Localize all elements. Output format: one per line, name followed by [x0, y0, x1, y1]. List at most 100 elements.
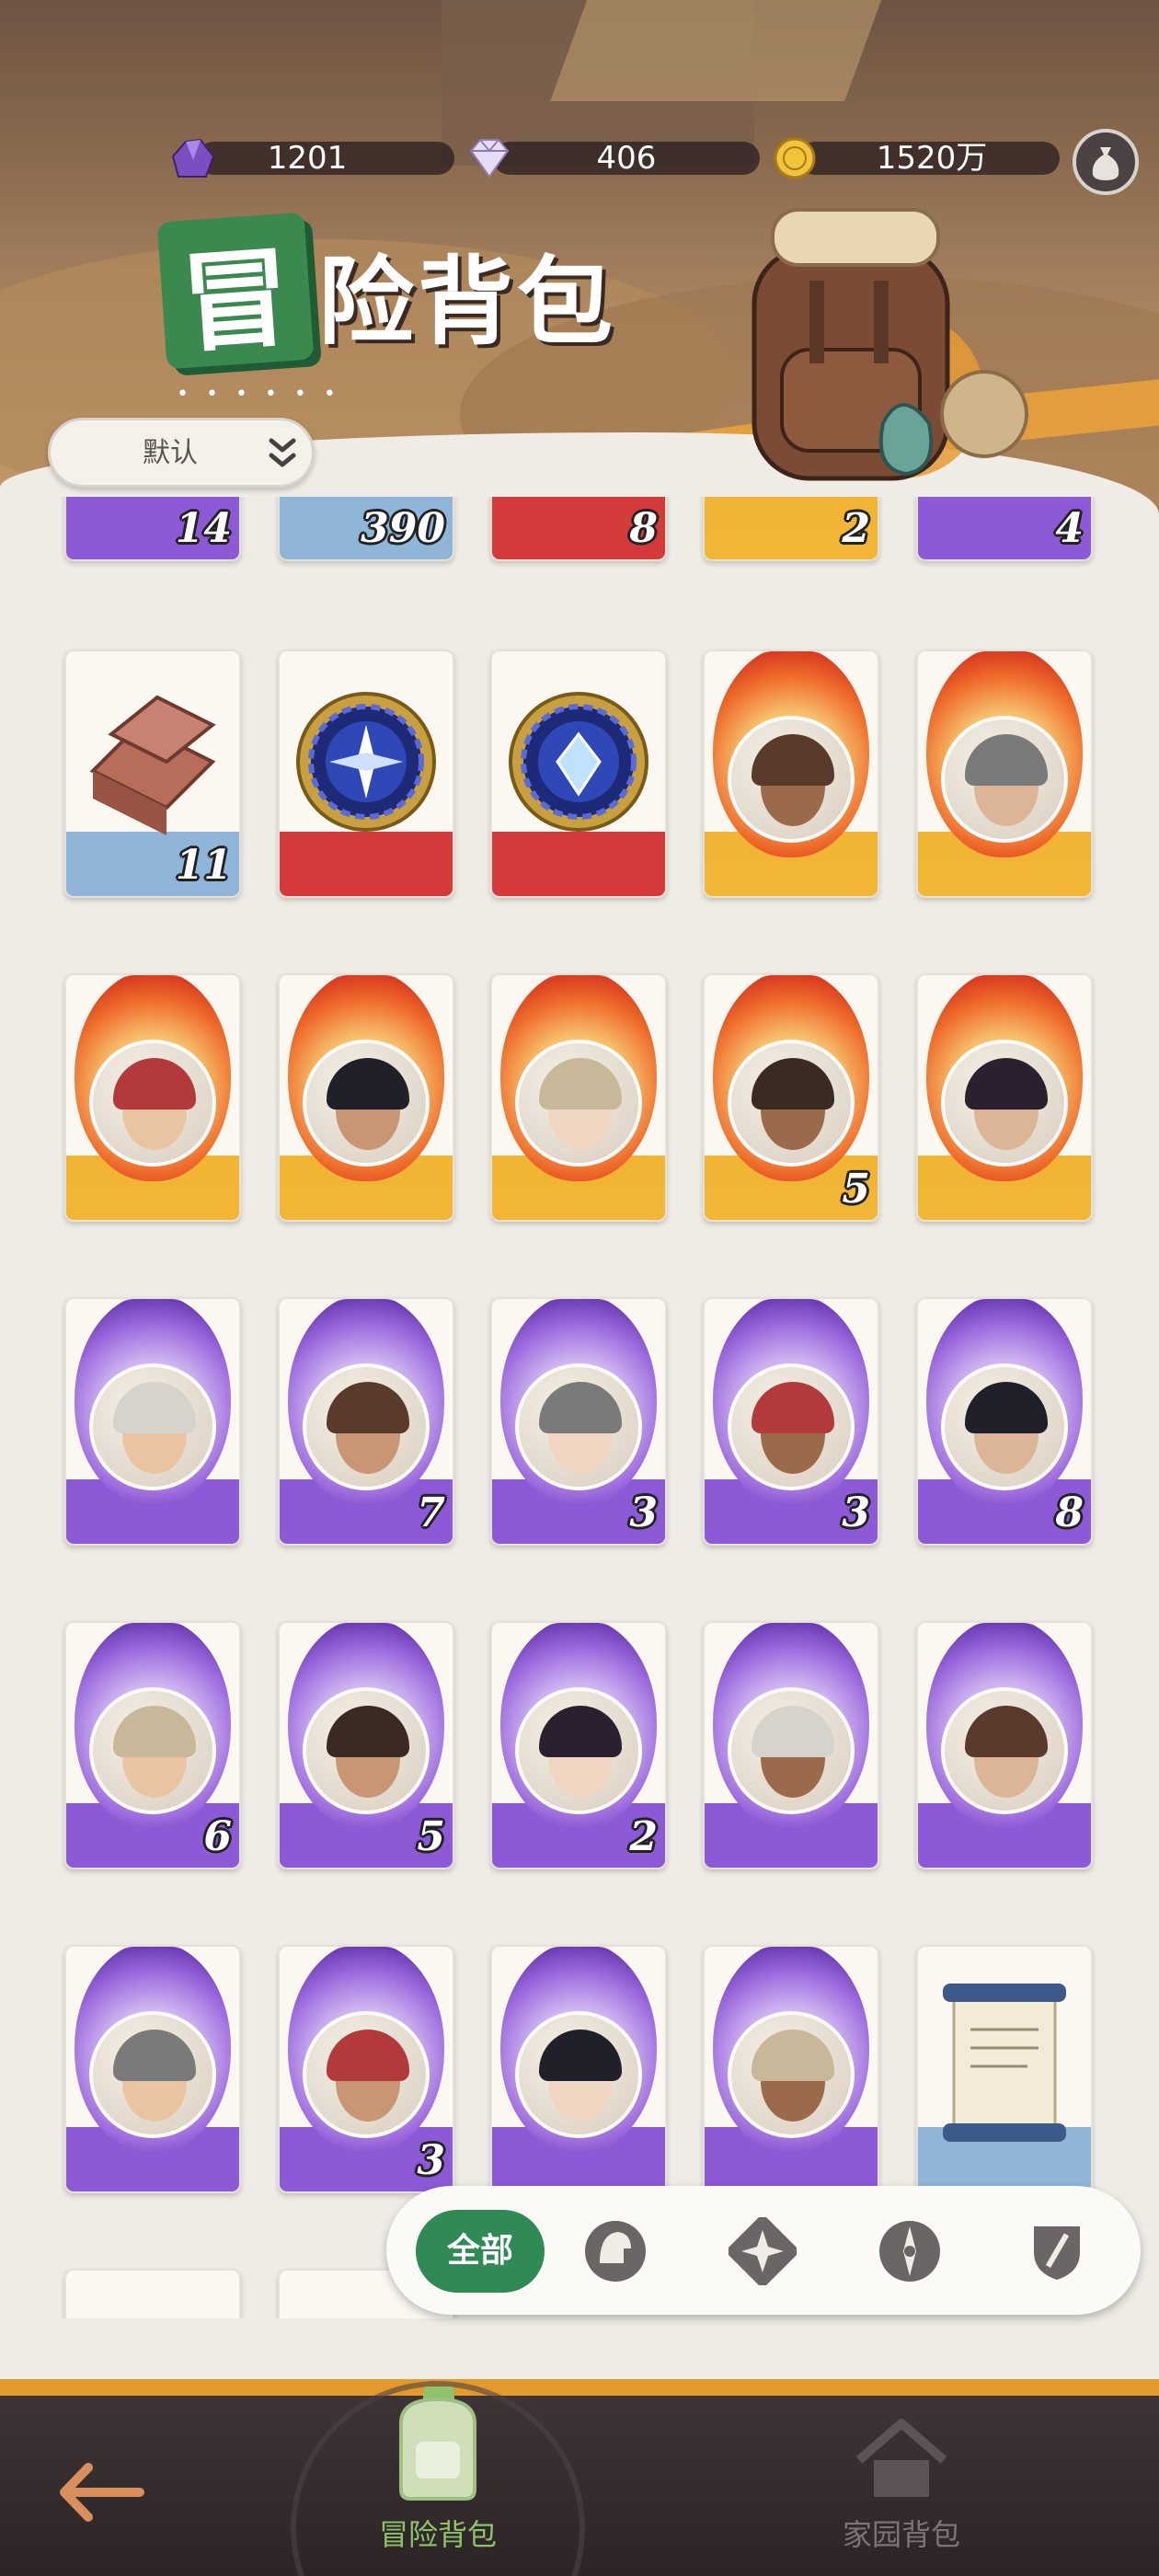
- scroll-icon: [943, 1984, 1066, 2142]
- inventory-item[interactable]: 3: [703, 1297, 879, 1546]
- backpack-icon: [399, 2386, 476, 2501]
- inventory-item[interactable]: 6: [64, 1621, 241, 1869]
- item-quantity: 2: [629, 1813, 658, 1860]
- tab-home-label: 家园背包: [842, 2517, 960, 2552]
- currency-diamond-value: 406: [596, 140, 657, 177]
- money-bag-button[interactable]: [1073, 129, 1139, 195]
- hero-portrait: [515, 1363, 642, 1490]
- item-quantity: 390: [361, 505, 445, 552]
- item-quantity: 3: [417, 2137, 445, 2184]
- inventory-grid: 14 390 8 2 4 11 5 7 3 3 8 6 5 2 3: [0, 497, 1159, 2318]
- inventory-item[interactable]: [490, 973, 667, 1222]
- hero-portrait: [728, 716, 855, 843]
- hero-portrait: [728, 2011, 855, 2138]
- sword-shield-icon[interactable]: [1023, 2217, 1091, 2285]
- chevron-down-icon: [269, 438, 296, 467]
- inventory-item[interactable]: [64, 1297, 241, 1546]
- sort-dropdown[interactable]: 默认: [48, 418, 315, 488]
- item-quantity: 6: [203, 1813, 232, 1860]
- compass-rune-icon: [296, 692, 436, 832]
- inventory-item[interactable]: [916, 973, 1093, 1222]
- inventory-item[interactable]: 11: [64, 650, 241, 898]
- star-badge-icon[interactable]: [729, 2217, 797, 2285]
- gold-coin-icon: [774, 137, 816, 179]
- inventory-item[interactable]: [490, 650, 667, 898]
- bottom-nav: 冒险背包 家园背包: [0, 2381, 1159, 2576]
- inventory-item[interactable]: [64, 2269, 241, 2318]
- hero-portrait: [941, 1040, 1068, 1167]
- copper-ingot-icon: [89, 695, 216, 835]
- item-quantity: 11: [175, 842, 232, 889]
- inventory-item[interactable]: 390: [278, 497, 454, 561]
- hero-portrait: [303, 1363, 430, 1490]
- hero-portrait: [941, 1363, 1068, 1490]
- tab-adventure-backpack[interactable]: 冒险背包: [346, 2386, 530, 2576]
- back-arrow-icon[interactable]: [52, 2451, 153, 2534]
- hero-portrait: [515, 1687, 642, 1814]
- hero-portrait: [89, 2011, 216, 2138]
- hero-portrait: [515, 1040, 642, 1167]
- inventory-item[interactable]: 5: [703, 973, 879, 1222]
- inventory-item[interactable]: 3: [490, 1297, 667, 1546]
- inventory-item[interactable]: [916, 650, 1093, 898]
- house-icon: [855, 2419, 947, 2497]
- inventory-item[interactable]: [278, 973, 454, 1222]
- item-quantity: 4: [1055, 505, 1084, 552]
- inventory-item[interactable]: 2: [490, 1621, 667, 1869]
- hero-portrait: [515, 2011, 642, 2138]
- hero-portrait: [89, 1687, 216, 1814]
- tab-adventure-label: 冒险背包: [378, 2517, 497, 2552]
- item-quantity: 3: [629, 1489, 658, 1536]
- inventory-item[interactable]: [703, 1621, 879, 1869]
- hero-portrait: [728, 1040, 855, 1167]
- hero-portrait: [303, 1040, 430, 1167]
- currency-diamond[interactable]: 406: [465, 136, 760, 180]
- inventory-item[interactable]: 5: [278, 1621, 454, 1869]
- hero-portrait: [941, 1687, 1068, 1814]
- title-badge: 冒: [156, 212, 315, 370]
- inventory-item[interactable]: [490, 1945, 667, 2193]
- currency-gold[interactable]: 1520万: [771, 136, 1061, 180]
- purple-crystal-icon: [171, 138, 215, 178]
- inventory-item[interactable]: 8: [490, 497, 667, 561]
- hero-portrait: [303, 1687, 430, 1814]
- inventory-item[interactable]: 14: [64, 497, 241, 561]
- inventory-item[interactable]: [916, 1621, 1093, 1869]
- helmet-icon[interactable]: [581, 2217, 649, 2285]
- hero-portrait: [89, 1040, 216, 1167]
- item-quantity: 8: [1055, 1489, 1084, 1536]
- backpack-illustration: [752, 208, 1028, 481]
- hero-portrait: [728, 1363, 855, 1490]
- inventory-item[interactable]: [278, 650, 454, 898]
- inventory-item[interactable]: [64, 1945, 241, 2193]
- inventory-item[interactable]: [916, 1945, 1093, 2193]
- item-quantity: 5: [842, 1166, 870, 1213]
- compass-icon[interactable]: [876, 2217, 944, 2285]
- tab-home-backpack[interactable]: 家园背包: [809, 2396, 993, 2576]
- filter-all-button[interactable]: 全部: [416, 2210, 545, 2293]
- inventory-item[interactable]: [703, 650, 879, 898]
- inventory-item[interactable]: [703, 1945, 879, 2193]
- inventory-item[interactable]: [64, 973, 241, 1222]
- gem-rune-icon: [509, 692, 648, 832]
- inventory-item[interactable]: 3: [278, 1945, 454, 2193]
- currency-gold-value: 1520万: [876, 140, 988, 177]
- page-title: 险背包: [318, 246, 617, 358]
- hero-portrait: [89, 1363, 216, 1490]
- inventory-item[interactable]: 2: [703, 497, 879, 561]
- money-bag-icon: [1092, 147, 1119, 180]
- hero-portrait: [303, 2011, 430, 2138]
- currency-crystal-value: 1201: [267, 140, 348, 177]
- inventory-item[interactable]: 4: [916, 497, 1093, 561]
- hero-portrait: [728, 1687, 855, 1814]
- currency-crystal[interactable]: 1201: [169, 136, 454, 180]
- category-filter-bar: 全部: [386, 2186, 1141, 2315]
- item-quantity: 7: [417, 1489, 445, 1536]
- diamond-icon: [469, 139, 510, 178]
- inventory-item[interactable]: 8: [916, 1297, 1093, 1546]
- item-quantity: 3: [842, 1489, 870, 1536]
- item-quantity: 8: [629, 505, 658, 552]
- sort-selected-label: 默认: [143, 437, 198, 469]
- item-quantity: 2: [842, 505, 870, 552]
- inventory-item[interactable]: 7: [278, 1297, 454, 1546]
